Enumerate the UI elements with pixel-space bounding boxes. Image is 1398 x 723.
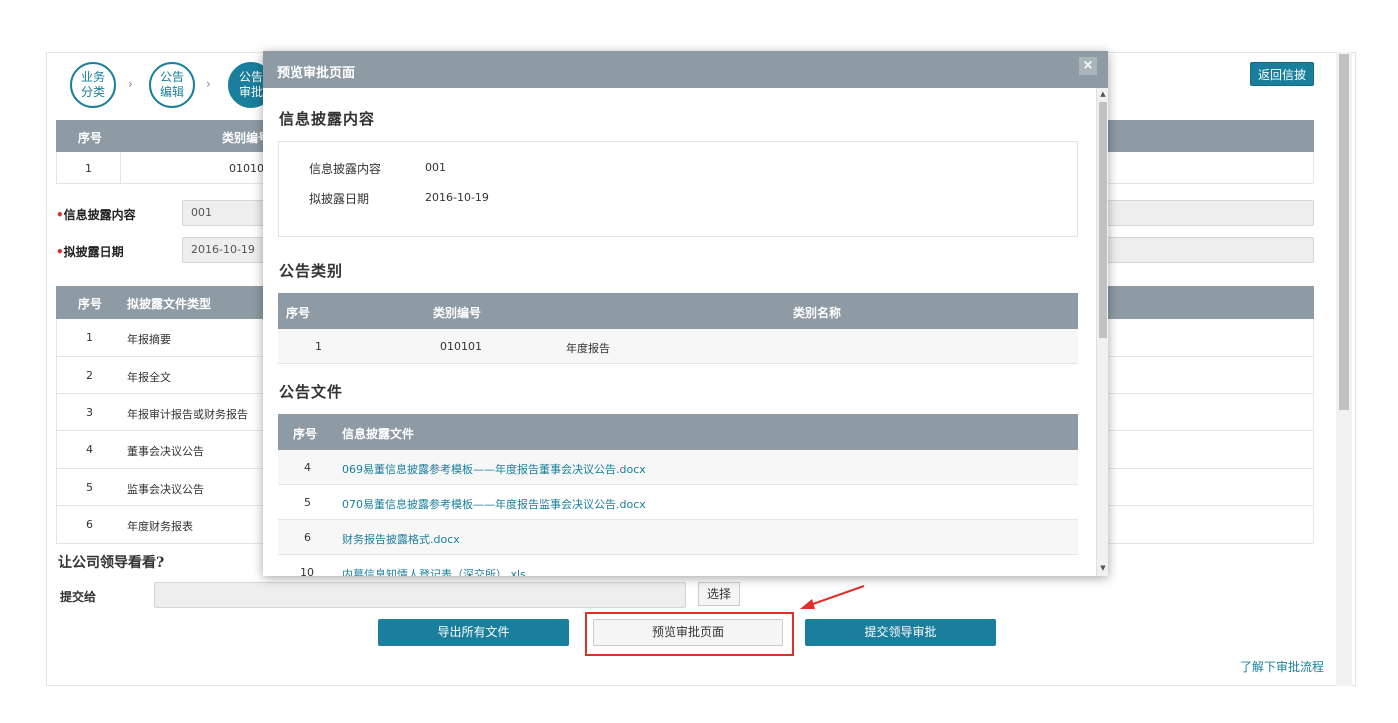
modal-body: 信息披露内容 信息披露内容 001 拟披露日期 2016-10-19 公告类别 … — [263, 88, 1096, 576]
modal-title: 预览审批页面 — [277, 66, 356, 81]
column-header: 序号 — [78, 297, 103, 311]
file-link[interactable]: 069易董信息披露参考模板——年度报告董事会决议公告.docx — [342, 461, 646, 477]
modal-scrollbar[interactable]: ▲ ▼ — [1096, 88, 1108, 576]
submit-to-input[interactable] — [154, 582, 686, 608]
table-row: 6 财务报告披露格式.docx — [278, 520, 1078, 555]
section-title-files: 公告文件 — [279, 383, 344, 401]
export-all-files-button[interactable]: 导出所有文件 — [378, 619, 569, 646]
table-cell: 5 — [86, 481, 93, 494]
step-label: 编辑 — [159, 85, 184, 99]
column-header: 信息披露文件 — [342, 427, 415, 441]
scroll-up-icon[interactable]: ▲ — [1098, 90, 1108, 98]
section-title-category: 公告类别 — [279, 262, 344, 280]
info-value: 2016-10-19 — [425, 191, 489, 204]
info-box: 信息披露内容 001 拟披露日期 2016-10-19 — [278, 141, 1078, 237]
table-row: 10 内幕信息知情人登记表（深交所）.xls — [278, 555, 1078, 576]
table-cell: 年报全文 — [127, 371, 171, 384]
modal-category-table-header: 序号 类别编号 类别名称 — [278, 293, 1078, 329]
table-cell: 4 — [304, 461, 311, 474]
file-link[interactable]: 070易董信息披露参考模板——年度报告监事会决议公告.docx — [342, 496, 646, 512]
table-cell: 5 — [304, 496, 311, 509]
table-row: 5 070易董信息披露参考模板——年度报告监事会决议公告.docx — [278, 485, 1078, 520]
table-cell: 1 — [315, 340, 322, 353]
date-field-label: •拟披露日期 — [56, 245, 124, 259]
submit-to-label: 提交给 — [60, 590, 97, 604]
file-link[interactable]: 财务报告披露格式.docx — [342, 531, 460, 547]
column-header: 类别编号 — [433, 306, 482, 320]
red-arrow-icon — [800, 585, 865, 609]
table-cell: 6 — [304, 531, 311, 544]
step-announcement-edit[interactable]: 公告 编辑 — [149, 62, 195, 108]
column-header: 序号 — [293, 427, 318, 441]
step-label: 分类 — [80, 85, 105, 99]
table-cell: 3 — [86, 406, 93, 419]
column-header: 拟披露文件类型 — [127, 297, 212, 311]
column-header: 序号 — [78, 131, 103, 145]
back-to-disclosure-button[interactable]: 返回信披 — [1250, 62, 1314, 86]
chevron-right-icon: › — [128, 77, 133, 91]
info-label: 拟披露日期 — [309, 192, 370, 206]
file-link[interactable]: 内幕信息知情人登记表（深交所）.xls — [342, 566, 526, 576]
leader-question-heading: 让公司领导看看? — [58, 555, 165, 571]
table-cell: 2 — [86, 369, 93, 382]
submit-leader-approval-button[interactable]: 提交领导审批 — [805, 619, 996, 646]
step-business-category[interactable]: 业务 分类 — [70, 62, 116, 108]
chevron-right-icon: › — [206, 77, 211, 91]
learn-approval-flow-link[interactable]: 了解下审批流程 — [1240, 658, 1324, 675]
table-cell: 监事会决议公告 — [127, 483, 204, 496]
table-cell: 1 — [85, 162, 92, 175]
step-label: 业务 — [80, 70, 105, 84]
modal-scrollbar-thumb[interactable] — [1099, 102, 1107, 338]
table-cell: 年度财务报表 — [127, 520, 193, 533]
info-value: 001 — [425, 161, 446, 174]
column-header: 序号 — [286, 306, 311, 320]
page-scrollbar[interactable] — [1336, 52, 1352, 686]
table-cell: 10 — [300, 566, 314, 576]
choose-button[interactable]: 选择 — [698, 582, 740, 606]
table-row: 1 010101 年度报告 — [278, 329, 1078, 364]
scroll-down-icon[interactable]: ▼ — [1098, 564, 1108, 572]
close-icon[interactable]: × — [1079, 57, 1097, 75]
content-field-label: •信息披露内容 — [56, 208, 136, 222]
table-cell: 1 — [86, 331, 93, 344]
page-scrollbar-thumb[interactable] — [1339, 54, 1349, 410]
table-cell: 年报摘要 — [127, 333, 171, 346]
table-cell: 010101 — [440, 340, 482, 353]
table-cell: 6 — [86, 518, 93, 531]
preview-approval-modal: 预览审批页面 × 信息披露内容 信息披露内容 001 拟披露日期 2016-10… — [263, 51, 1108, 576]
step-label: 公告 — [159, 70, 184, 84]
section-title-info: 信息披露内容 — [279, 110, 376, 128]
table-cell: 年度报告 — [566, 342, 610, 355]
info-label: 信息披露内容 — [309, 162, 382, 176]
modal-files-table-header: 序号 信息披露文件 — [278, 414, 1078, 450]
divider — [120, 152, 121, 183]
modal-header: 预览审批页面 × — [263, 51, 1108, 88]
column-header: 类别名称 — [793, 306, 842, 320]
preview-approval-button[interactable]: 预览审批页面 — [593, 619, 783, 646]
table-cell: 董事会决议公告 — [127, 445, 204, 458]
table-cell: 4 — [86, 443, 93, 456]
table-row: 4 069易董信息披露参考模板——年度报告董事会决议公告.docx — [278, 450, 1078, 485]
table-cell: 年报审计报告或财务报告 — [127, 408, 248, 421]
